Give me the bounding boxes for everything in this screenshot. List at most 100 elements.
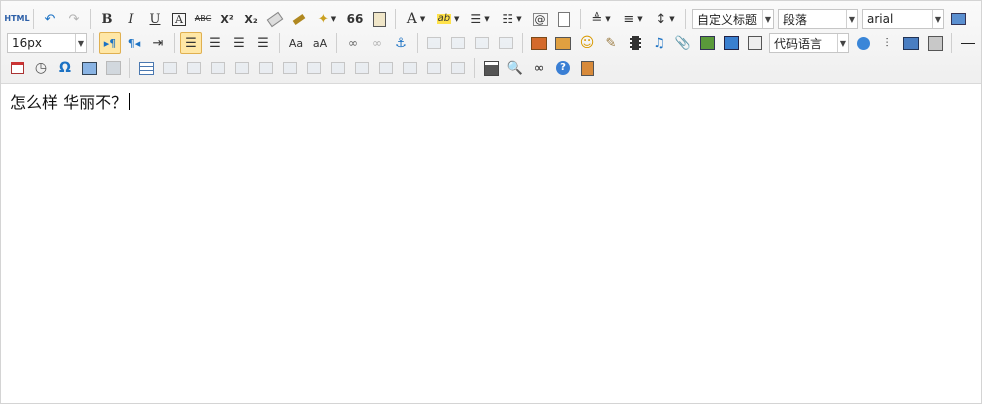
unlink-button[interactable]: ∞ (366, 32, 388, 54)
delete-col-button[interactable] (279, 57, 301, 79)
split-to-rows-icon (403, 62, 417, 74)
align-justify-icon: ☰ (257, 35, 269, 51)
attachment-button[interactable]: 📎 (672, 32, 694, 54)
chart-button[interactable] (447, 57, 469, 79)
background-button[interactable] (924, 32, 946, 54)
toolbar-separator (174, 33, 175, 53)
toolbar-row-3: ◷ Ω 🔍 ∞ ? (5, 56, 599, 80)
background-color-button[interactable]: ab ▼ (433, 8, 463, 30)
insert-image-button[interactable] (528, 32, 550, 54)
row-spacing-bottom-button[interactable]: ≡ ▼ (618, 8, 648, 30)
align-center-button[interactable]: ☰ (204, 32, 226, 54)
html-source-button[interactable]: HTML (4, 8, 29, 30)
horizontal-rule-icon (961, 42, 975, 44)
italic-button[interactable]: I (120, 8, 142, 30)
search-replace-button[interactable]: ∞ (528, 57, 550, 79)
emotion-button[interactable]: ☺ (576, 32, 598, 54)
split-to-rows-button[interactable] (399, 57, 421, 79)
align-left-button[interactable]: ☰ (180, 32, 202, 54)
preview-button[interactable] (947, 8, 969, 30)
direction-rtl-button[interactable]: ¶◂ (123, 32, 145, 54)
split-to-cols-button[interactable] (423, 57, 445, 79)
font-family-dropdown[interactable]: arial ▼ (862, 9, 944, 29)
insert-frame-button[interactable] (744, 32, 766, 54)
new-document-button[interactable] (553, 8, 575, 30)
insert-date-button[interactable] (6, 57, 28, 79)
undo-button[interactable]: ↶ (39, 8, 61, 30)
to-lowercase-button[interactable]: aA (309, 32, 331, 54)
delete-row-button[interactable] (231, 57, 253, 79)
wordimage-button[interactable] (102, 57, 124, 79)
delete-table-button[interactable] (159, 57, 181, 79)
blockquote-button[interactable]: 66 (344, 8, 366, 30)
align-right-icon: ☰ (233, 35, 245, 51)
special-chars-button[interactable]: Ω (54, 57, 76, 79)
align-right-button[interactable]: ☰ (228, 32, 250, 54)
superscript-button[interactable]: X² (216, 8, 238, 30)
indent-button[interactable]: ⇥ (147, 32, 169, 54)
ordered-list-button[interactable]: ☰ ▼ (465, 8, 495, 30)
merge-cells-button[interactable] (303, 57, 325, 79)
map-button[interactable] (696, 32, 718, 54)
merge-down-button[interactable] (351, 57, 373, 79)
toolbar-separator (474, 58, 475, 78)
line-height-button[interactable]: ↕ ▼ (650, 8, 680, 30)
underline-button[interactable]: U (144, 8, 166, 30)
scrawl-button[interactable]: ✎ (600, 32, 622, 54)
drafts-button[interactable] (576, 57, 598, 79)
custom-heading-dropdown[interactable]: 自定义标题 ▼ (692, 9, 774, 29)
dropdown-arrow-icon: ▼ (516, 14, 522, 23)
format-painter-button[interactable] (288, 8, 310, 30)
print-button[interactable] (480, 57, 502, 79)
page-break-button[interactable]: ⫶ (876, 32, 898, 54)
font-size-dropdown[interactable]: 16px ▼ (7, 33, 87, 53)
multi-image-button[interactable] (552, 32, 574, 54)
drafts-icon (580, 60, 594, 76)
direction-ltr-button[interactable]: ▸¶ (99, 32, 121, 54)
paragraph-dropdown[interactable]: 段落 ▼ (778, 9, 858, 29)
insert-paragraph-before-table-button[interactable] (183, 57, 205, 79)
unordered-list-button[interactable]: ☷ ▼ (497, 8, 527, 30)
help-button[interactable]: ? (552, 57, 574, 79)
font-color-button[interactable]: A ▼ (401, 8, 431, 30)
template-button[interactable] (900, 32, 922, 54)
insert-row-button[interactable] (207, 57, 229, 79)
font-border-button[interactable]: A (168, 8, 190, 30)
paste-plain-button[interactable] (368, 8, 390, 30)
snapscreen-button[interactable] (78, 57, 100, 79)
bold-button[interactable]: B (96, 8, 118, 30)
image-center-button[interactable] (495, 32, 517, 54)
insert-video-button[interactable] (624, 32, 646, 54)
link-button[interactable]: ∞ (342, 32, 364, 54)
image-right-button[interactable] (471, 32, 493, 54)
align-justify-button[interactable]: ☰ (252, 32, 274, 54)
strikethrough-button[interactable]: ABC (192, 8, 214, 30)
redo-button[interactable]: ↷ (63, 8, 85, 30)
merge-right-button[interactable] (327, 57, 349, 79)
to-uppercase-button[interactable]: Aa (285, 32, 307, 54)
row-spacing-top-button[interactable]: ≜ ▼ (586, 8, 616, 30)
rich-text-editor: HTML ↶ ↷ B I U A ABC X² X₂ ✦ ▼ 66 A ▼ ab ▼ … (0, 0, 982, 404)
insert-col-button[interactable] (255, 57, 277, 79)
code-language-dropdown[interactable]: 代码语言 ▼ (769, 33, 849, 53)
google-map-button[interactable] (720, 32, 742, 54)
image-left-button[interactable] (447, 32, 469, 54)
anchor-button[interactable]: ⚓ (390, 32, 412, 54)
editor-content[interactable]: 怎么样 华丽不？ (10, 89, 131, 113)
eraser-button[interactable] (264, 8, 286, 30)
split-to-cells-button[interactable] (375, 57, 397, 79)
music-button[interactable]: ♫ (648, 32, 670, 54)
auto-format-button[interactable]: ✦ ▼ (312, 8, 342, 30)
image-none-button[interactable] (423, 32, 445, 54)
custom-heading-value: 自定义标题 (697, 12, 758, 27)
insert-time-button[interactable]: ◷ (30, 57, 52, 79)
horizontal-rule-button[interactable] (957, 32, 979, 54)
frame-icon (748, 36, 762, 50)
insert-table-button[interactable] (135, 57, 157, 79)
web-app-button[interactable] (852, 32, 874, 54)
subscript-button[interactable]: X₂ (240, 8, 262, 30)
autotypeset-button[interactable]: @ (529, 8, 551, 30)
image-icon (531, 36, 547, 50)
preview-search-button[interactable]: 🔍 (504, 57, 526, 79)
image-right-icon (475, 37, 489, 49)
